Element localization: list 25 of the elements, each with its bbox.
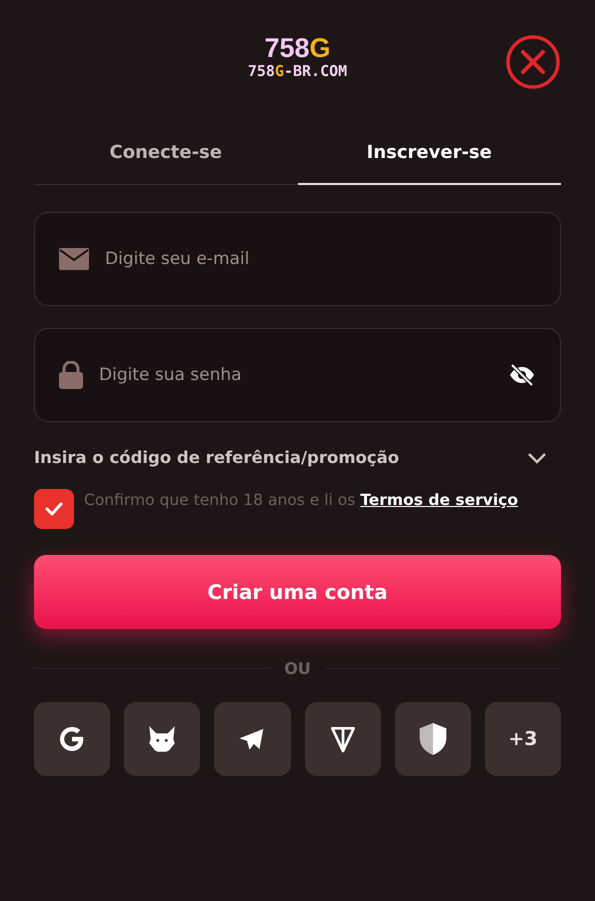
terms-link[interactable]: Termos de serviço bbox=[360, 491, 518, 509]
social-login-button[interactable] bbox=[394, 702, 471, 776]
tab[interactable]: Conecte-se bbox=[34, 132, 298, 185]
logo-title: 758G bbox=[264, 34, 331, 62]
divider-label: OU bbox=[284, 659, 311, 678]
social-login-button[interactable] bbox=[124, 702, 200, 776]
logo-domain: 758G-BR.COM bbox=[248, 62, 348, 80]
social-login-button[interactable] bbox=[34, 702, 110, 776]
terms-checkbox[interactable] bbox=[34, 489, 74, 529]
envelope-icon bbox=[59, 248, 89, 270]
email-field[interactable]: Digite seu e-mail bbox=[103, 248, 536, 270]
tab[interactable]: Inscrever-se bbox=[298, 132, 561, 185]
referral-code-toggle[interactable]: Insira o código de referência/promoção bbox=[34, 448, 561, 467]
more-options-button[interactable]: +3 bbox=[484, 702, 562, 776]
terms-text: Confirmo que tenho 18 anos e li os Termos de serviço bbox=[84, 490, 518, 511]
hidden-eye-icon[interactable] bbox=[508, 364, 536, 386]
close-button[interactable] bbox=[505, 34, 561, 90]
password-field[interactable]: Digite sua senha bbox=[97, 364, 494, 386]
check-icon bbox=[44, 501, 64, 517]
lock-icon bbox=[59, 361, 83, 389]
social-login-button[interactable] bbox=[304, 702, 381, 776]
chevron-icon bbox=[527, 452, 547, 464]
shield-icon bbox=[416, 721, 449, 757]
create-account-button[interactable]: Criar uma conta bbox=[34, 555, 561, 629]
social-login-button[interactable] bbox=[214, 702, 291, 776]
